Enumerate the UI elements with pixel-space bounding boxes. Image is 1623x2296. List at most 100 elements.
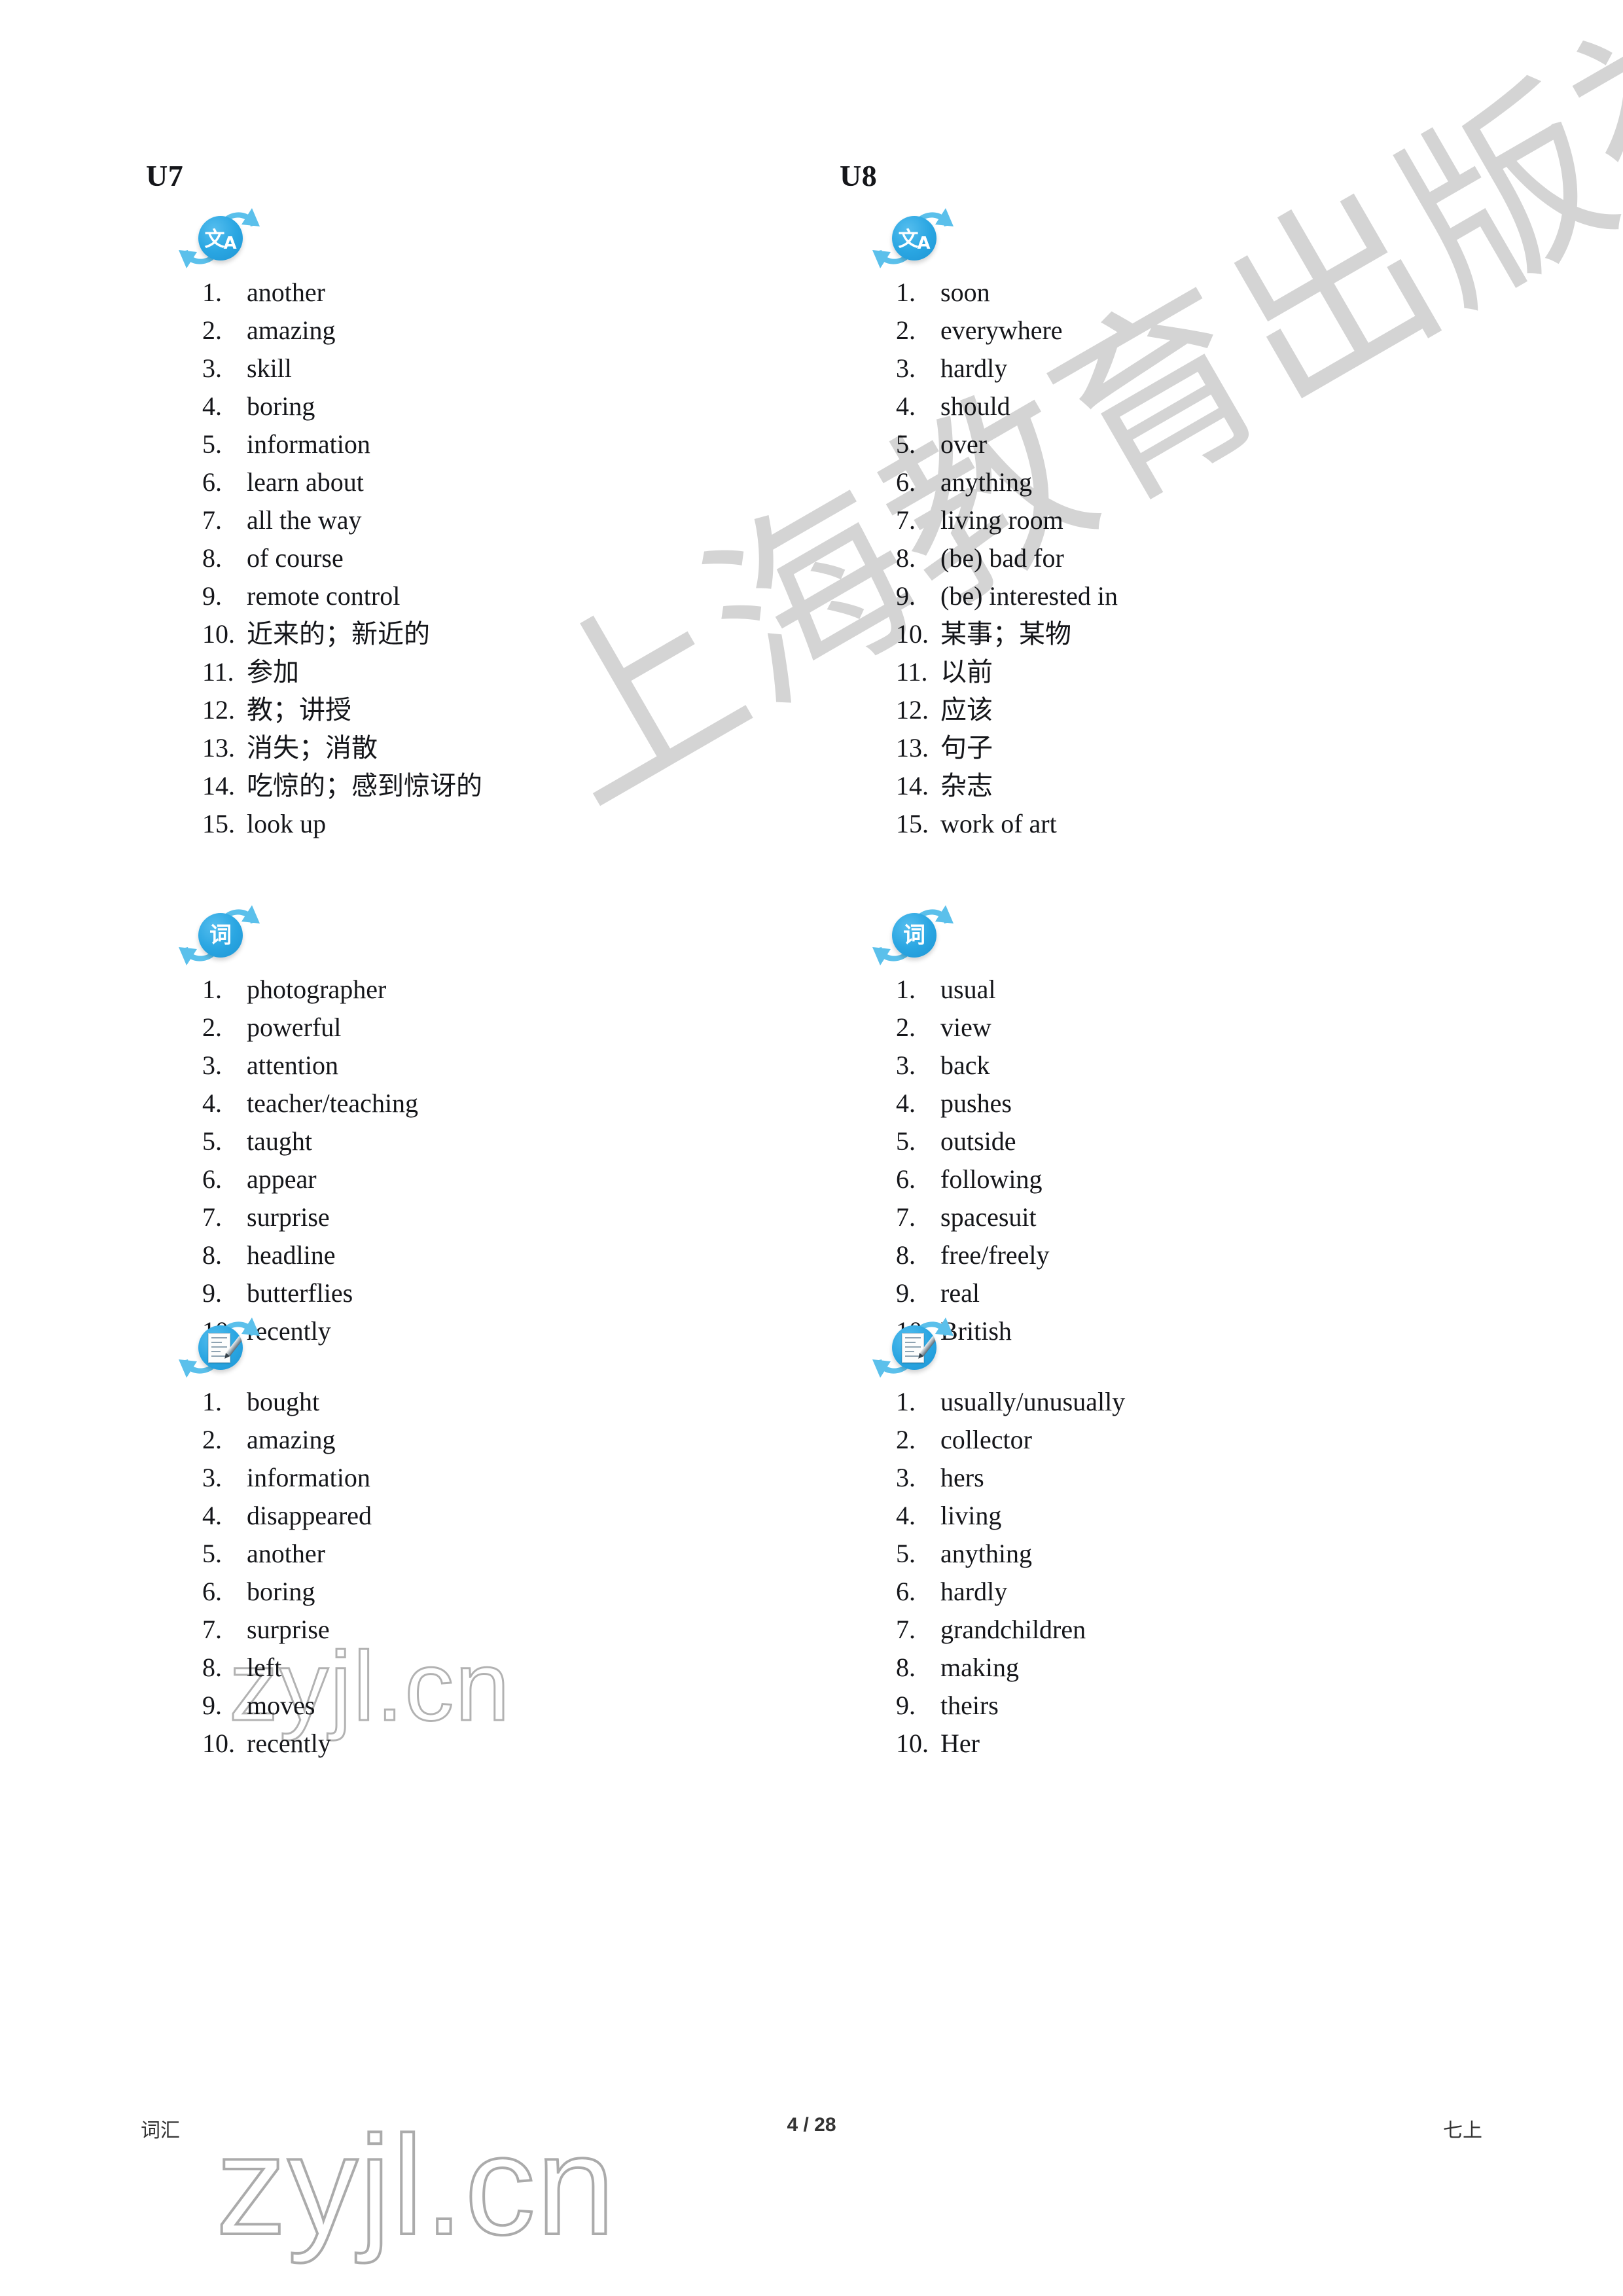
answer-item: 12. 教；讲授: [141, 691, 815, 729]
notepad-rule-line: [211, 1351, 221, 1352]
notepad-icon: [901, 1333, 936, 1363]
answer-item: 1. usual: [834, 971, 1508, 1009]
notepad-rule-line: [905, 1337, 921, 1338]
answer-item-value: another: [240, 278, 325, 307]
answer-item-value: 教；讲授: [240, 695, 351, 725]
answer-item-number: 11.: [202, 657, 234, 687]
answer-item-number: 11.: [896, 657, 928, 687]
translate-icon: 文A: [867, 203, 959, 274]
answer-item: 8. headline: [141, 1236, 815, 1274]
answer-section: 1. bought 2. amazing 3. information 4. disa…: [141, 1312, 815, 1763]
answer-item-value: taught: [240, 1126, 312, 1156]
answer-item-number: 9.: [202, 1278, 222, 1308]
notepad-rule-line: [211, 1337, 227, 1338]
answer-item-value: usually/unusually: [934, 1387, 1126, 1416]
notepad-icon: [207, 1333, 243, 1363]
answer-item-value: following: [934, 1164, 1043, 1194]
answer-item-value: butterflies: [240, 1278, 353, 1308]
answer-item-value: amazing: [240, 315, 336, 345]
answer-item: 9. moves: [141, 1687, 815, 1725]
translate-icon-badge: 文A: [198, 216, 243, 260]
answer-item-value: 以前: [934, 657, 993, 687]
word-icon-badge: 词: [892, 913, 936, 958]
answer-item-number: 7.: [202, 505, 222, 535]
answer-item: 3. skill: [141, 350, 815, 387]
answer-section: 文A 1. another 2. amazing 3. skill 4. boring 5…: [141, 203, 815, 843]
answer-item-value: disappeared: [240, 1501, 372, 1530]
answer-item-value: view: [934, 1013, 991, 1042]
answer-item-number: 3.: [202, 353, 222, 383]
answer-item-value: soon: [934, 278, 990, 307]
answer-section: 词 1. usual 2. view 3. back 4. pushes 5. outsi…: [834, 900, 1508, 1350]
answer-item-number: 3.: [896, 1050, 916, 1080]
answer-item: 14. 杂志: [834, 767, 1508, 805]
answer-item-number: 6.: [896, 1577, 916, 1606]
answer-key-page: U7 文A 1. another 2. amazing 3. skill 4. borin…: [0, 0, 1623, 2296]
answer-item-value: all the way: [240, 505, 362, 535]
answer-item-number: 1.: [202, 278, 222, 307]
answer-item-number: 12.: [896, 695, 929, 725]
answer-item-value: (be) interested in: [934, 581, 1118, 611]
answer-item-value: making: [934, 1653, 1019, 1682]
answer-list: 1. another 2. amazing 3. skill 4. boring 5. …: [141, 274, 815, 843]
word-icon: 词: [173, 900, 265, 971]
answer-item: 15. look up: [141, 805, 815, 843]
answer-item: 6. boring: [141, 1573, 815, 1611]
answer-list: 1. soon 2. everywhere 3. hardly 4. should 5.…: [834, 274, 1508, 843]
answer-item-value: of course: [240, 543, 344, 573]
answer-item-number: 15.: [896, 809, 929, 838]
answer-item-value: anything: [934, 467, 1032, 497]
answer-item-value: real: [934, 1278, 980, 1308]
answer-item: 2. view: [834, 1009, 1508, 1047]
answer-item-value: 吃惊的；感到惊讶的: [240, 771, 482, 800]
answer-item: 5. information: [141, 425, 815, 463]
answer-item-number: 5.: [202, 429, 222, 459]
answer-item-value: spacesuit: [934, 1202, 1037, 1232]
answer-item-value: another: [240, 1539, 325, 1568]
answer-item: 6. appear: [141, 1160, 815, 1198]
answer-item-value: hers: [934, 1463, 984, 1492]
answer-item-value: powerful: [240, 1013, 342, 1042]
answer-item-number: 4.: [896, 391, 916, 421]
word-glyph: 词: [903, 922, 925, 948]
answer-item-value: teacher/teaching: [240, 1088, 419, 1118]
answer-list: 1. photographer 2. powerful 3. attention 4.…: [141, 971, 815, 1350]
answer-item: 3. attention: [141, 1047, 815, 1085]
answer-item: 14. 吃惊的；感到惊讶的: [141, 767, 815, 805]
answer-item-number: 1.: [202, 1387, 222, 1416]
translate-icon-badge: 文A: [892, 216, 936, 260]
answer-item-value: amazing: [240, 1425, 336, 1454]
answer-item: 7. grandchildren: [834, 1611, 1508, 1649]
answer-item-value: learn about: [240, 467, 364, 497]
answer-item-value: outside: [934, 1126, 1016, 1156]
notepad-rule-line: [905, 1342, 916, 1343]
answer-item-number: 5.: [202, 1539, 222, 1568]
answer-item-value: surprise: [240, 1202, 330, 1232]
answer-item: 9. (be) interested in: [834, 577, 1508, 615]
notepad-rule-line: [905, 1351, 914, 1352]
answer-item-value: look up: [240, 809, 327, 838]
answer-item-number: 9.: [896, 1691, 916, 1720]
answer-item-number: 13.: [202, 733, 235, 762]
answer-item: 8. (be) bad for: [834, 539, 1508, 577]
answer-item: 1. soon: [834, 274, 1508, 312]
answer-item: 3. hers: [834, 1459, 1508, 1497]
answer-section: 词 1. photographer 2. powerful 3. attention 4…: [141, 900, 815, 1350]
answer-item: 3. back: [834, 1047, 1508, 1085]
answer-item-value: recently: [240, 1729, 331, 1758]
answer-item: 3. information: [141, 1459, 815, 1497]
answer-item-number: 14.: [896, 771, 929, 800]
answer-item: 8. of course: [141, 539, 815, 577]
notepad-pencil-icon: [173, 1312, 265, 1383]
answer-item-number: 2.: [896, 1013, 916, 1042]
answer-item: 5. over: [834, 425, 1508, 463]
answer-item-number: 2.: [896, 1425, 916, 1454]
answer-item-number: 1.: [896, 975, 916, 1004]
answer-item-value: left: [240, 1653, 282, 1682]
answer-item-value: bought: [240, 1387, 320, 1416]
answer-item-value: over: [934, 429, 988, 459]
answer-item: 5. another: [141, 1535, 815, 1573]
answer-item: 4. pushes: [834, 1085, 1508, 1122]
word-icon: 词: [867, 900, 959, 971]
answer-item-value: skill: [240, 353, 292, 383]
